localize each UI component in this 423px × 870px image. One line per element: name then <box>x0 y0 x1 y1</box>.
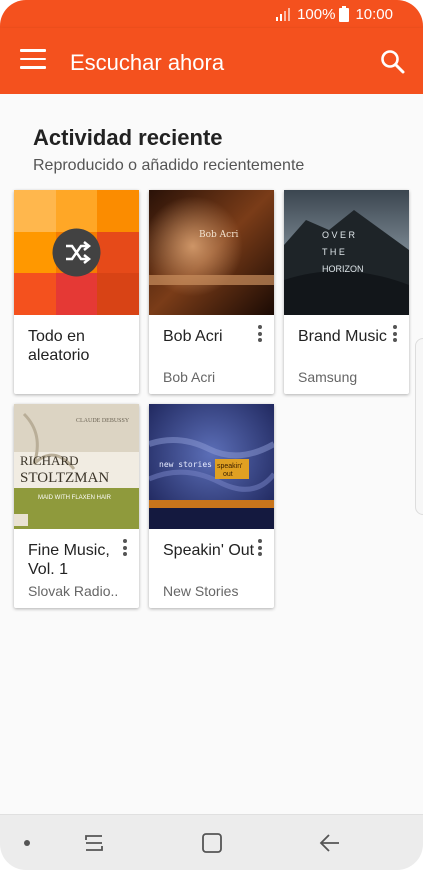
album-art: O V E R T H E HORIZON <box>284 190 409 315</box>
album-name: Speakin' Out <box>163 542 255 559</box>
phone-screen: 100% 10:00 Escuchar ahora Actividad reci… <box>0 0 423 870</box>
album-card-brand-music[interactable]: O V E R T H E HORIZON Brand Music Samsun… <box>284 190 409 394</box>
album-card-bob-acri[interactable]: Bob Acri Bob Acri Bob Acri <box>149 190 274 394</box>
menu-icon[interactable] <box>20 49 46 71</box>
album-art-text: out <box>223 471 233 478</box>
album-artist: Bob Acri <box>163 369 216 385</box>
status-time: 10:00 <box>355 5 393 23</box>
edge-panel-handle[interactable] <box>415 338 423 515</box>
more-options-icon[interactable] <box>255 325 265 345</box>
battery-icon <box>339 6 350 22</box>
album-art-text: speakin' <box>217 463 242 470</box>
shuffle-icon <box>52 228 101 277</box>
album-name: Fine Music, Vol. 1 <box>28 542 110 578</box>
album-art-text: O V E R <box>322 230 356 240</box>
album-art-text: HORIZON <box>322 264 364 274</box>
signal-icon <box>276 8 291 21</box>
app-bar: Escuchar ahora <box>0 28 423 94</box>
album-art-text: new stories <box>159 460 212 469</box>
recents-icon[interactable] <box>82 831 106 855</box>
album-card-shuffle[interactable]: Todo en aleatorio <box>14 190 139 394</box>
home-icon[interactable] <box>200 831 224 855</box>
album-art-text: MAID WITH FLAXEN HAIR <box>38 495 112 501</box>
album-art: Bob Acri <box>149 190 274 315</box>
shuffle-art <box>14 190 139 315</box>
album-name: Bob Acri <box>163 328 223 345</box>
album-artist: Samsung <box>298 369 358 385</box>
more-options-icon[interactable] <box>120 539 130 559</box>
album-artist: New Stories <box>163 583 239 599</box>
navigation-bar <box>0 814 423 870</box>
album-art-text: T H E <box>322 247 345 257</box>
album-art: CLAUDE DEBUSSY RICHARD STOLTZMAN MAID WI… <box>14 404 139 529</box>
album-art-text: Bob Acri <box>199 230 238 240</box>
album-art-text: STOLTZMAN <box>20 470 109 486</box>
album-name: Todo en aleatorio <box>28 328 90 364</box>
status-bar: 100% 10:00 <box>0 0 423 28</box>
section-subtitle: Reproducido o añadido recientemente <box>33 157 305 174</box>
battery-percent: 100% <box>297 5 336 23</box>
back-icon[interactable] <box>318 831 342 855</box>
more-options-icon[interactable] <box>390 325 400 345</box>
album-art-text: CLAUDE DEBUSSY <box>76 418 130 424</box>
album-card-fine-music[interactable]: CLAUDE DEBUSSY RICHARD STOLTZMAN MAID WI… <box>14 404 139 608</box>
album-artist: Slovak Radio.. <box>28 583 119 599</box>
search-icon[interactable] <box>379 48 407 76</box>
album-art: new stories speakin' out <box>149 404 274 529</box>
album-name: Brand Music <box>298 328 387 345</box>
section-title: Actividad reciente <box>33 125 223 150</box>
album-card-speakin-out[interactable]: new stories speakin' out Speakin' Out Ne… <box>149 404 274 608</box>
page-title: Escuchar ahora <box>70 50 225 75</box>
main-content: Actividad reciente Reproducido o añadido… <box>0 94 423 814</box>
nav-dot <box>24 840 30 846</box>
more-options-icon[interactable] <box>255 539 265 559</box>
album-art-text: RICHARD <box>20 453 79 468</box>
